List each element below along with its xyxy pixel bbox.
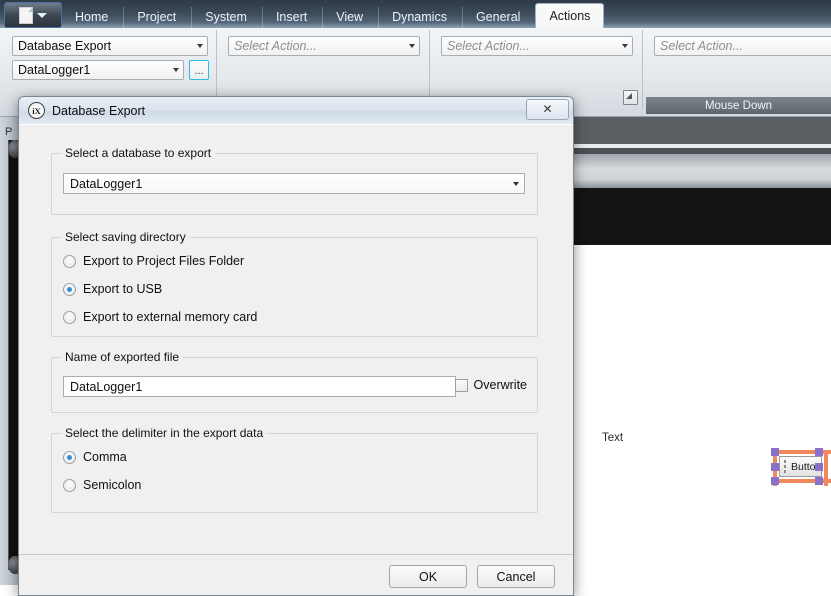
filename-legend: Name of exported file	[61, 350, 184, 364]
filename-fieldset: Name of exported file DataLogger1 Overwr…	[51, 350, 538, 413]
database-export-dialog: iX Database Export ✕ Select a database t…	[18, 96, 574, 596]
filename-input[interactable]: DataLogger1	[63, 376, 456, 397]
canvas-button-widget-selected[interactable]: Button	[770, 447, 831, 486]
tab-project[interactable]: Project	[123, 7, 189, 28]
radio-delimiter-semicolon[interactable]: Semicolon	[63, 478, 141, 492]
tab-insert[interactable]: Insert	[261, 7, 320, 28]
action-type-value: Database Export	[18, 39, 112, 53]
database-combobox[interactable]: DataLogger1	[63, 173, 525, 194]
radio-label: Export to USB	[83, 282, 163, 296]
dialog-title: Database Export	[52, 103, 146, 118]
radio-export-memory-card[interactable]: Export to external memory card	[63, 310, 257, 324]
dialog-body: Select a database to export DataLogger1 …	[19, 124, 573, 555]
radio-label: Export to Project Files Folder	[83, 254, 245, 268]
select-action-combobox-4[interactable]: Select Action...	[654, 36, 831, 56]
resize-handle-top-left[interactable]	[771, 448, 779, 456]
resize-handle-middle-left[interactable]	[771, 463, 779, 471]
chevron-down-icon[interactable]	[168, 68, 183, 72]
tab-system[interactable]: System	[191, 7, 260, 28]
radio-button-selected-icon[interactable]	[63, 282, 76, 296]
left-panel-label: P	[5, 126, 13, 138]
filename-value: DataLogger1	[70, 379, 143, 394]
radio-delimiter-comma[interactable]: Comma	[63, 450, 127, 464]
close-icon[interactable]: ✕	[526, 99, 569, 120]
tab-view[interactable]: View	[322, 7, 376, 28]
radio-export-project-files[interactable]: Export to Project Files Folder	[63, 254, 244, 268]
selection-bar-right	[824, 450, 828, 486]
application-menu-button[interactable]	[4, 2, 62, 28]
action-target-value: DataLogger1	[18, 63, 91, 77]
ribbon-tabs: Home Project System Insert View Dynamics…	[62, 0, 606, 28]
select-action-placeholder-2: Select Action...	[234, 39, 317, 53]
resize-handle-bottom-left[interactable]	[771, 477, 779, 485]
tab-actions[interactable]: Actions	[535, 3, 605, 28]
radio-button-icon[interactable]	[63, 254, 76, 268]
overwrite-label: Overwrite	[473, 378, 527, 392]
database-fieldset: Select a database to export DataLogger1	[51, 146, 538, 215]
chevron-down-icon[interactable]	[192, 44, 207, 48]
resize-handle-bottom-right[interactable]	[815, 477, 823, 485]
radio-export-usb[interactable]: Export to USB	[63, 282, 162, 296]
resize-handle-middle-right[interactable]	[815, 463, 823, 471]
saving-directory-legend: Select saving directory	[61, 230, 190, 244]
mouse-down-group-label: Mouse Down	[646, 97, 831, 114]
document-icon	[19, 6, 33, 24]
dialog-launcher-icon[interactable]	[623, 90, 638, 105]
radio-button-selected-icon[interactable]	[63, 450, 76, 464]
database-legend: Select a database to export	[61, 146, 216, 160]
action-type-combobox[interactable]: Database Export	[12, 36, 208, 56]
chevron-down-icon[interactable]	[507, 181, 524, 186]
radio-button-icon[interactable]	[63, 310, 76, 324]
select-action-combobox-3[interactable]: Select Action...	[441, 36, 633, 56]
overwrite-checkbox-row[interactable]: Overwrite	[454, 378, 527, 392]
chevron-down-icon	[37, 12, 47, 18]
resize-handle-top-right[interactable]	[815, 448, 823, 456]
chevron-down-icon[interactable]	[404, 44, 419, 48]
ribbon-tab-strip: Home Project System Insert View Dynamics…	[0, 0, 831, 28]
select-action-placeholder-3: Select Action...	[447, 39, 530, 53]
tab-home[interactable]: Home	[62, 7, 121, 28]
database-selected-value: DataLogger1	[70, 176, 143, 191]
canvas-text-object[interactable]: Text	[602, 432, 623, 444]
select-action-placeholder-4: Select Action...	[660, 39, 743, 53]
dialog-footer: OK Cancel	[19, 554, 573, 595]
checkbox-icon[interactable]	[454, 378, 468, 392]
select-action-combobox-2[interactable]: Select Action...	[228, 36, 420, 56]
chevron-down-icon[interactable]	[617, 44, 632, 48]
dialog-title-bar[interactable]: iX Database Export ✕	[19, 97, 573, 125]
action-target-combobox[interactable]: DataLogger1	[12, 60, 184, 80]
radio-button-icon[interactable]	[63, 478, 76, 492]
radio-label: Comma	[83, 450, 127, 464]
browse-ellipsis-button[interactable]: ...	[189, 60, 209, 80]
radio-label: Export to external memory card	[83, 310, 258, 324]
radio-label: Semicolon	[83, 478, 142, 492]
delimiter-fieldset: Select the delimiter in the export data …	[51, 426, 538, 513]
button-image-placeholder-icon	[784, 460, 786, 473]
tab-general[interactable]: General	[461, 7, 533, 28]
delimiter-legend: Select the delimiter in the export data	[61, 426, 268, 440]
tab-dynamics[interactable]: Dynamics	[378, 7, 460, 28]
saving-directory-fieldset: Select saving directory Export to Projec…	[51, 230, 538, 337]
ix-logo-icon: iX	[28, 102, 45, 119]
